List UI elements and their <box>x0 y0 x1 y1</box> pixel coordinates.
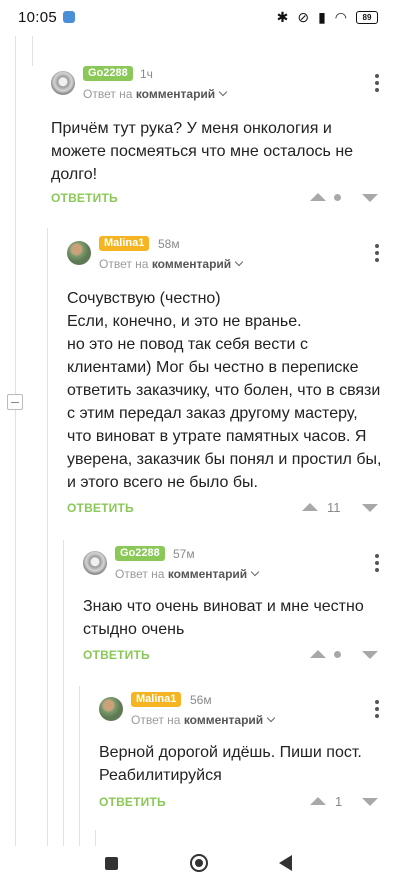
reply-to-link[interactable]: Ответ на комментарий <box>131 713 276 727</box>
app-notification-icon <box>63 11 75 23</box>
reply-button[interactable]: ОТВЕТИТЬ <box>99 795 166 809</box>
downvote-icon[interactable] <box>362 651 378 659</box>
thread-line <box>63 540 64 846</box>
downvote-icon[interactable] <box>362 194 378 202</box>
status-time: 10:05 <box>18 9 58 26</box>
avatar[interactable] <box>99 697 123 721</box>
reply-button[interactable]: ОТВЕТИТЬ <box>83 648 150 662</box>
more-menu-icon[interactable] <box>375 554 379 572</box>
comment-time: 56м <box>190 693 212 707</box>
reply-button[interactable]: ОТВЕТИТЬ <box>51 191 118 205</box>
upvote-icon[interactable] <box>302 503 318 511</box>
chevron-down-icon <box>218 87 228 97</box>
reply-to-link[interactable]: Ответ на комментарий <box>83 87 228 101</box>
reply-to-link[interactable]: Ответ на комментарий <box>99 257 244 271</box>
status-bar: 10:05 ✱ ⊘ ▮ ◠ 89 <box>0 0 400 36</box>
more-menu-icon[interactable] <box>375 700 379 718</box>
chevron-down-icon <box>266 713 276 723</box>
comment-time: 58м <box>158 237 180 251</box>
wifi-icon: ◠ <box>334 9 347 25</box>
downvote-icon[interactable] <box>362 798 378 806</box>
author-name[interactable]: Malina1 <box>99 236 150 251</box>
rating-count: 1 <box>335 794 343 809</box>
chevron-down-icon <box>234 257 244 267</box>
signal-icon: ▮ <box>318 9 326 25</box>
rating-dot <box>334 194 341 201</box>
more-menu-icon[interactable] <box>375 244 379 262</box>
author-name[interactable]: Malina1 <box>131 692 182 707</box>
mute-icon: ⊘ <box>297 9 310 25</box>
recent-apps-icon[interactable] <box>105 857 118 870</box>
bluetooth-icon: ✱ <box>276 9 289 25</box>
comment-text: Верной дорогой идёшь. Пиши пост. Реабили… <box>99 744 362 784</box>
reply-button[interactable]: ОТВЕТИТЬ <box>67 501 134 515</box>
upvote-icon[interactable] <box>310 797 326 805</box>
home-icon[interactable] <box>190 854 208 872</box>
avatar[interactable] <box>67 241 91 265</box>
more-menu-icon[interactable] <box>375 74 379 92</box>
thread-line <box>15 36 16 846</box>
avatar[interactable] <box>51 71 75 95</box>
chevron-down-icon <box>250 567 260 577</box>
downvote-icon[interactable] <box>362 504 378 512</box>
rating-count: 11 <box>327 500 341 515</box>
status-icons: ✱ ⊘ ▮ ◠ 89 <box>277 9 378 26</box>
comment-time: 57м <box>173 547 195 561</box>
avatar[interactable] <box>83 551 107 575</box>
system-nav-bar <box>0 846 400 889</box>
author-name[interactable]: Go2288 <box>115 546 165 561</box>
reply-to-link[interactable]: Ответ на комментарий <box>115 567 260 581</box>
battery-icon: 89 <box>356 11 378 24</box>
thread-line <box>47 228 48 846</box>
thread-line <box>95 830 96 846</box>
thread-line <box>79 686 80 846</box>
collapse-thread-button[interactable] <box>7 394 23 410</box>
comment-text: Знаю что очень виноват и мне честно стыд… <box>83 598 364 638</box>
comment-text: Сочувствую (честно) Если, конечно, и это… <box>67 290 382 491</box>
author-name[interactable]: Go2288 <box>83 66 133 81</box>
upvote-icon[interactable] <box>310 650 326 658</box>
thread-line <box>32 36 33 66</box>
upvote-icon[interactable] <box>310 193 326 201</box>
back-icon[interactable] <box>279 855 292 871</box>
comment-text: Причём тут рука? У меня онкология и може… <box>51 120 354 183</box>
rating-dot <box>334 651 341 658</box>
comment-time: 1ч <box>140 67 153 81</box>
